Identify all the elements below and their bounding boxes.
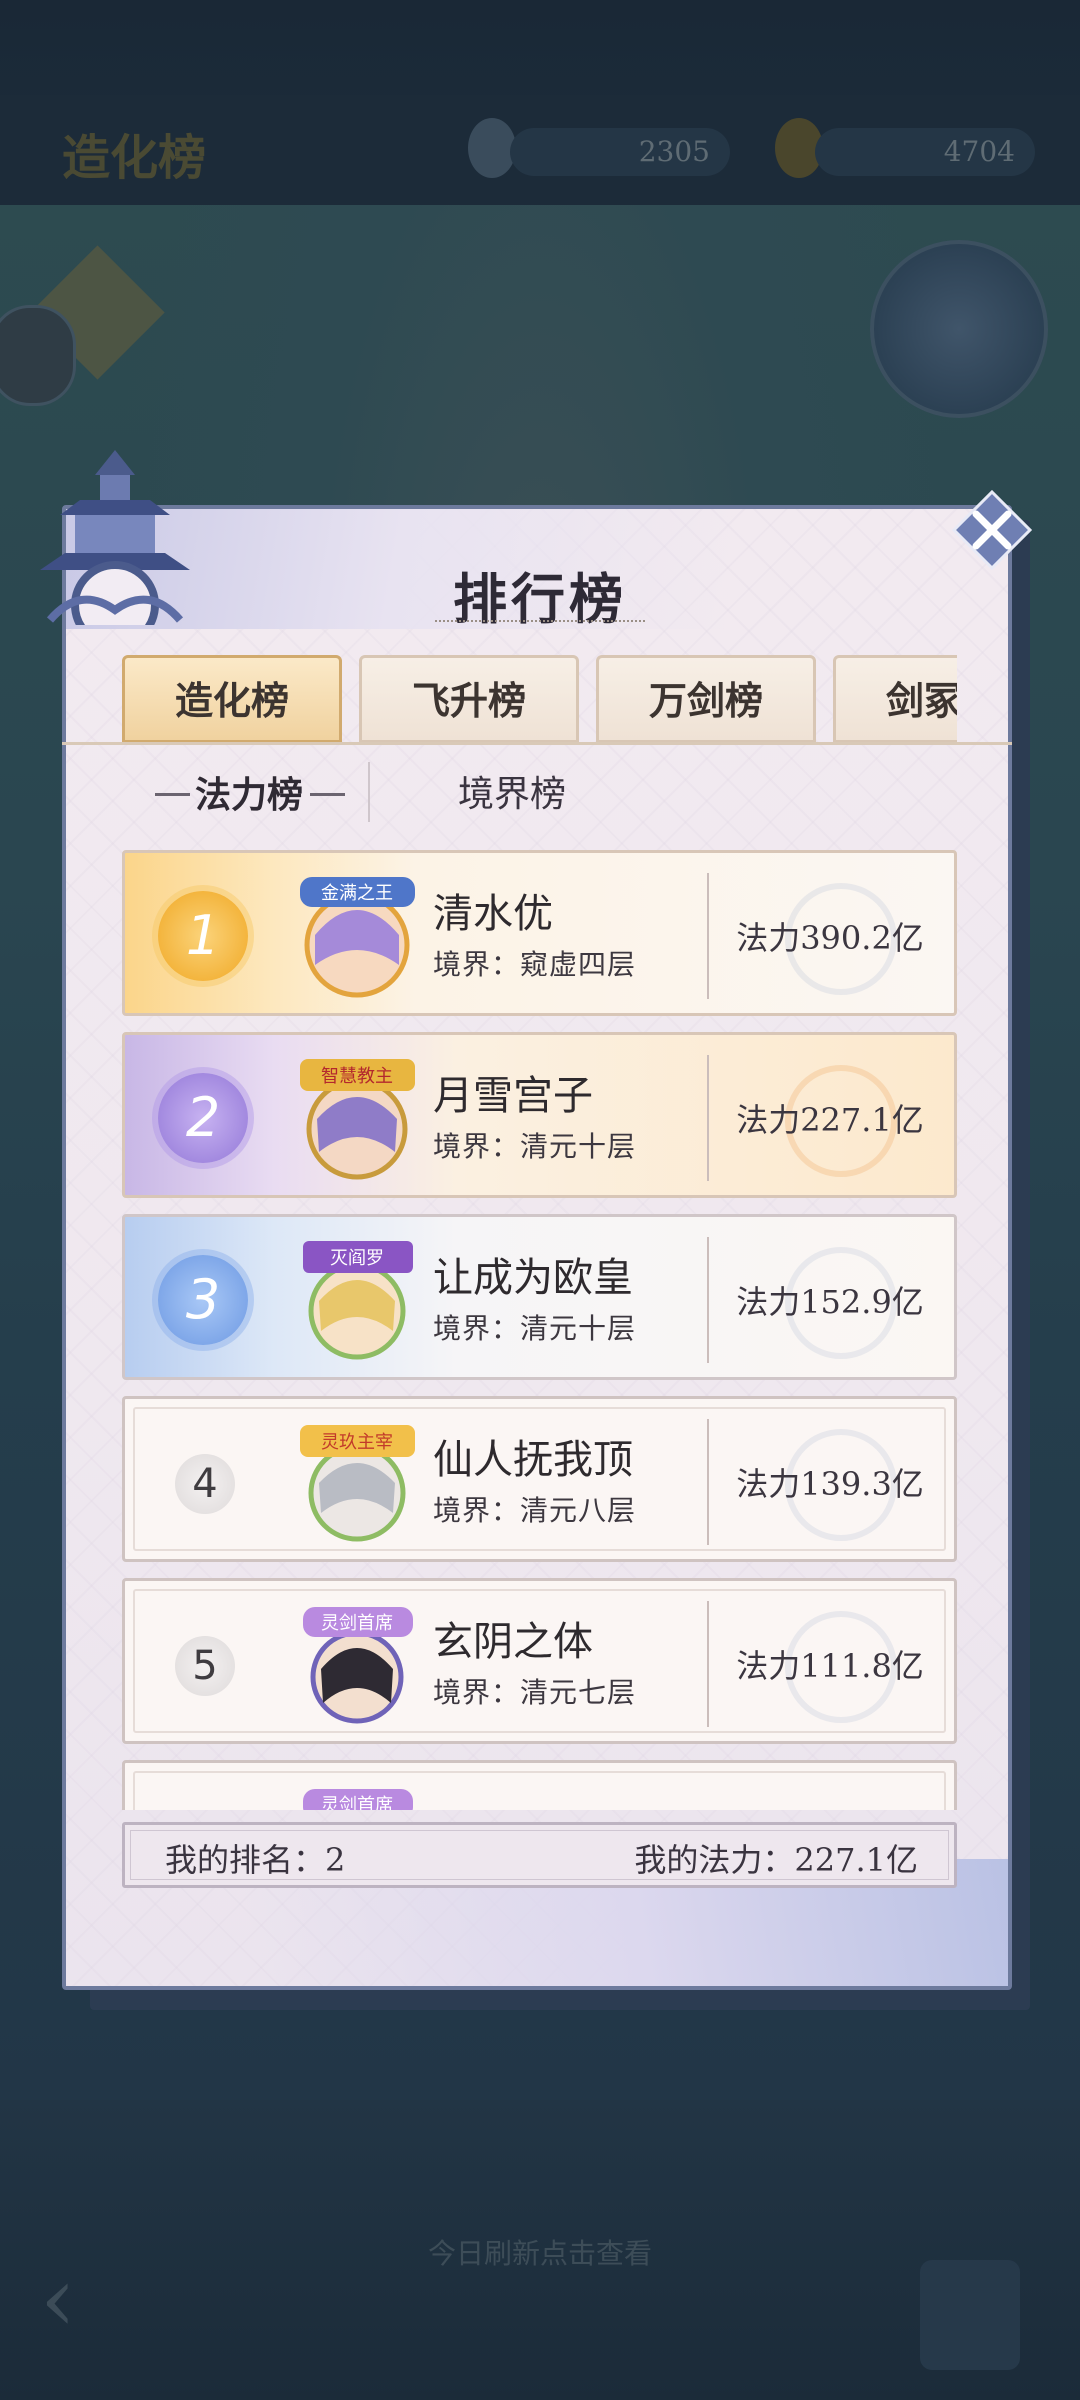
- svg-text:灵剑首席: 灵剑首席: [321, 1795, 393, 1810]
- background-orb-icon: [870, 240, 1048, 418]
- resource-1: 2305: [510, 128, 730, 176]
- player-name: 仙人抚我顶: [433, 1437, 633, 1483]
- subtab-separator: [368, 762, 370, 822]
- row-separator: [707, 1237, 709, 1363]
- player-realm: 境界：清元十层: [433, 1130, 637, 1163]
- tab-underline: [62, 742, 1012, 745]
- tab-feisheng[interactable]: 飞升榜: [359, 655, 579, 743]
- rank-medal-bronze: 3: [158, 1255, 248, 1345]
- svg-text:灭阎罗: 灭阎罗: [330, 1248, 384, 1269]
- my-power: 我的法力：227.1亿: [634, 1841, 918, 1879]
- background-hint: 今日刷新点击查看: [427, 2237, 652, 2270]
- ranking-row-1[interactable]: 1 金满之王 清水优 境界：窥虚四层 法力390.2亿: [122, 850, 957, 1016]
- row-separator: [707, 873, 709, 999]
- player-avatar: 智慧教主: [300, 1059, 415, 1180]
- background-title: 造化榜: [62, 130, 207, 186]
- player-power: 法力390.2亿: [736, 919, 924, 957]
- tab-wanjian[interactable]: 万剑榜: [596, 655, 816, 743]
- player-avatar: 灵剑首席: [303, 1607, 413, 1724]
- my-ranking-bar: 我的排名：2 我的法力：227.1亿: [122, 1822, 957, 1888]
- background-corner-icon: [920, 2260, 1020, 2370]
- row-inner-border: [133, 1771, 946, 1810]
- svg-text:智慧教主: 智慧教主: [321, 1066, 393, 1087]
- rank-medal-silver: 2: [158, 1073, 248, 1163]
- row-separator: [707, 1419, 709, 1545]
- player-avatar: 灵玖主宰: [300, 1425, 415, 1542]
- tab-zaohua[interactable]: 造化榜: [122, 655, 342, 743]
- rank-medal-gold: 1: [158, 891, 248, 981]
- ranking-row-3[interactable]: 3 灭阎罗 让成为欧皇 境界：清元十层 法力152.9亿: [122, 1214, 957, 1380]
- player-realm: 境界：窥虚四层: [433, 948, 637, 981]
- player-power: 法力227.1亿: [736, 1101, 924, 1139]
- player-realm: 境界：清元八层: [433, 1494, 637, 1527]
- ranking-list[interactable]: 1 金满之王 清水优 境界：窥虚四层 法力390.2亿 2 智慧教主 月雪宫子 …: [122, 850, 957, 1810]
- player-name: 玄阴之体: [433, 1619, 593, 1665]
- rank-number: 4: [175, 1454, 235, 1514]
- category-tabs: 造化榜 飞升榜 万剑榜 剑冢: [122, 655, 957, 745]
- subtab-power[interactable]: 法力榜: [195, 765, 303, 825]
- background-avatar: [0, 305, 76, 406]
- svg-text:灵玖主宰: 灵玖主宰: [321, 1432, 393, 1453]
- player-realm: 境界：清元十层: [433, 1312, 637, 1345]
- title-decoration: [435, 620, 645, 628]
- my-rank: 我的排名：2: [165, 1841, 346, 1879]
- player-avatar: 灵剑首席: [303, 1789, 413, 1810]
- ranking-row-2[interactable]: 2 智慧教主 月雪宫子 境界：清元十层 法力227.1亿: [122, 1032, 957, 1198]
- svg-text:金满之王: 金满之王: [321, 883, 393, 904]
- ranking-row-5[interactable]: 5 灵剑首席 玄阴之体 境界：清元七层 法力111.8亿: [122, 1578, 957, 1744]
- player-power: 法力139.3亿: [736, 1465, 924, 1503]
- spirit-stone-icon: [468, 118, 516, 178]
- ranking-row-6[interactable]: 灵剑首席: [122, 1760, 957, 1810]
- player-power: 法力111.8亿: [736, 1647, 924, 1685]
- player-name: 月雪宫子: [433, 1073, 593, 1119]
- subtab-decoration-left: [155, 793, 190, 796]
- resource-2: 4704: [815, 128, 1035, 176]
- subtab-realm[interactable]: 境界榜: [458, 765, 566, 825]
- ranking-row-4[interactable]: 4 灵玖主宰 仙人抚我顶 境界：清元八层 法力139.3亿: [122, 1396, 957, 1562]
- subtab-decoration-right: [310, 793, 345, 796]
- tab-jianzhong[interactable]: 剑冢: [833, 655, 957, 743]
- player-avatar: 灭阎罗: [303, 1241, 413, 1360]
- player-power: 法力152.9亿: [736, 1283, 924, 1321]
- row-separator: [707, 1601, 709, 1727]
- rank-number: 5: [175, 1636, 235, 1696]
- player-realm: 境界：清元七层: [433, 1676, 637, 1709]
- player-name: 清水优: [433, 891, 553, 937]
- player-name: 让成为欧皇: [433, 1255, 633, 1301]
- back-arrow-icon: ‹: [40, 2247, 76, 2352]
- player-avatar: 金满之王: [300, 877, 415, 998]
- svg-text:灵剑首席: 灵剑首席: [321, 1613, 393, 1634]
- row-separator: [707, 1055, 709, 1181]
